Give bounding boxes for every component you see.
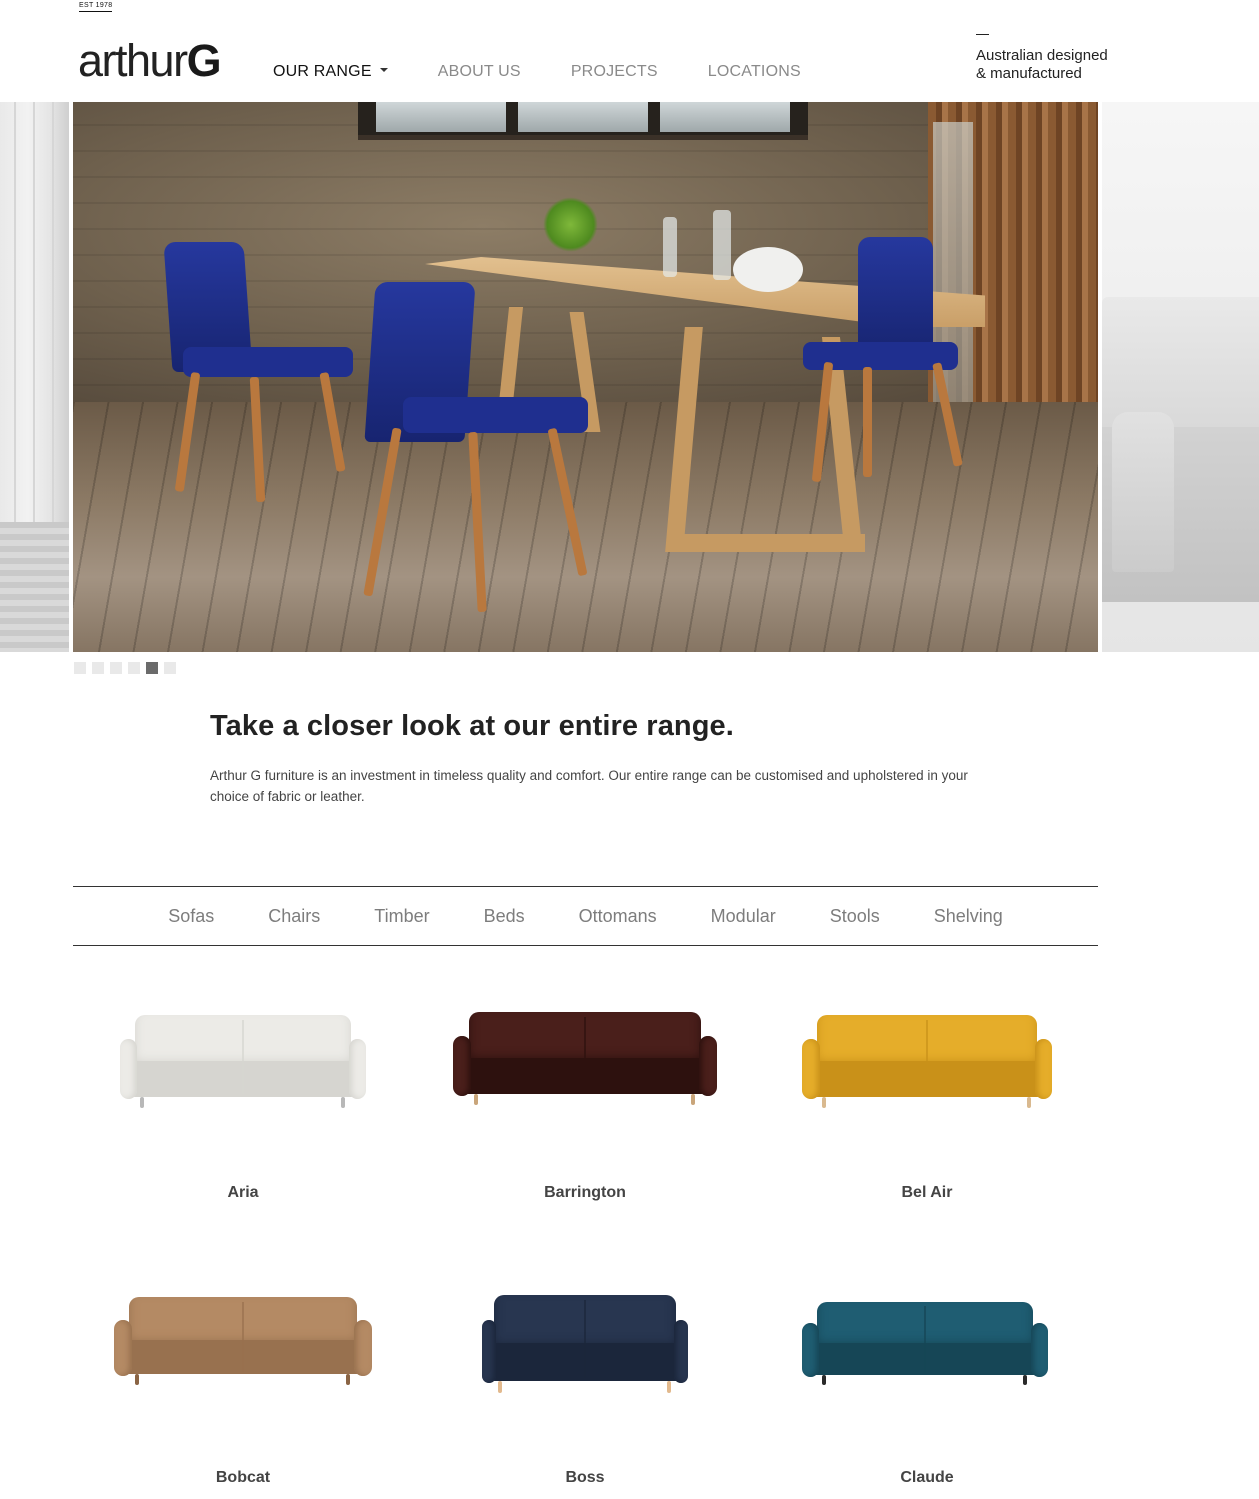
chevron-down-icon: [379, 67, 388, 72]
nav-projects[interactable]: PROJECTS: [571, 62, 658, 82]
tab-chairs[interactable]: Chairs: [268, 906, 320, 927]
slide-preview-next[interactable]: [1102, 102, 1259, 652]
product-card-bel-air[interactable]: Bel Air: [757, 990, 1097, 1210]
product-name: Bel Air: [901, 1184, 953, 1201]
sofa-image: [120, 1015, 366, 1110]
product-name: Claude: [900, 1469, 954, 1486]
nav-about-us[interactable]: ABOUT US: [438, 62, 521, 82]
slider-dot[interactable]: [146, 662, 158, 674]
arthur-g-logo[interactable]: arthurG: [78, 35, 222, 86]
tab-beds[interactable]: Beds: [484, 906, 525, 927]
sofa-image: [453, 1012, 717, 1107]
slider-dot[interactable]: [110, 662, 122, 674]
main-nav: OUR RANGE ABOUT US PROJECTS LOCATIONS: [273, 62, 851, 82]
logo-text-light: arthur: [78, 35, 188, 86]
tab-stools[interactable]: Stools: [830, 906, 880, 927]
slider-dot[interactable]: [92, 662, 104, 674]
tab-ottomans[interactable]: Ottomans: [579, 906, 657, 927]
tagline: Australian designed & manufactured: [976, 26, 1108, 83]
tab-timber[interactable]: Timber: [374, 906, 429, 927]
tagline-dash: [976, 34, 989, 35]
tab-modular[interactable]: Modular: [711, 906, 776, 927]
tagline-line-1: Australian designed: [976, 47, 1108, 64]
tagline-line-2: & manufactured: [976, 65, 1082, 82]
range-heading: Take a closer look at our entire range.: [210, 710, 734, 742]
hero-slide-image: [73, 102, 1098, 652]
range-description: Arthur G furniture is an investment in t…: [210, 768, 968, 804]
sofa-image: [482, 1295, 688, 1395]
est-badge: EST 1978: [79, 2, 113, 12]
sofa-image: [802, 1015, 1052, 1110]
slider-dot[interactable]: [74, 662, 86, 674]
logo-text-bold: G: [186, 35, 222, 86]
product-card-claude[interactable]: Claude: [757, 1275, 1097, 1495]
product-name: Bobcat: [215, 1469, 271, 1486]
product-name: Aria: [227, 1184, 259, 1201]
nav-label: OUR RANGE: [273, 63, 372, 80]
product-name: Boss: [565, 1469, 605, 1486]
slider-dot[interactable]: [128, 662, 140, 674]
product-card-aria[interactable]: Aria: [73, 990, 413, 1210]
tab-shelving[interactable]: Shelving: [934, 906, 1003, 927]
tab-sofas[interactable]: Sofas: [168, 906, 214, 927]
product-name: Barrington: [544, 1184, 626, 1201]
slider-dot[interactable]: [164, 662, 176, 674]
product-card-bobcat[interactable]: Bobcat: [73, 1275, 413, 1495]
sofa-image: [802, 1302, 1048, 1387]
slide-preview-previous[interactable]: [0, 102, 69, 652]
category-tabs: Sofas Chairs Timber Beds Ottomans Modula…: [73, 886, 1098, 946]
sofa-image: [114, 1297, 372, 1387]
nav-our-range[interactable]: OUR RANGE: [273, 62, 388, 82]
product-card-boss[interactable]: Boss: [415, 1275, 755, 1495]
nav-locations[interactable]: LOCATIONS: [708, 62, 801, 82]
slider-pagination: [74, 662, 182, 674]
product-card-barrington[interactable]: Barrington: [415, 990, 755, 1210]
